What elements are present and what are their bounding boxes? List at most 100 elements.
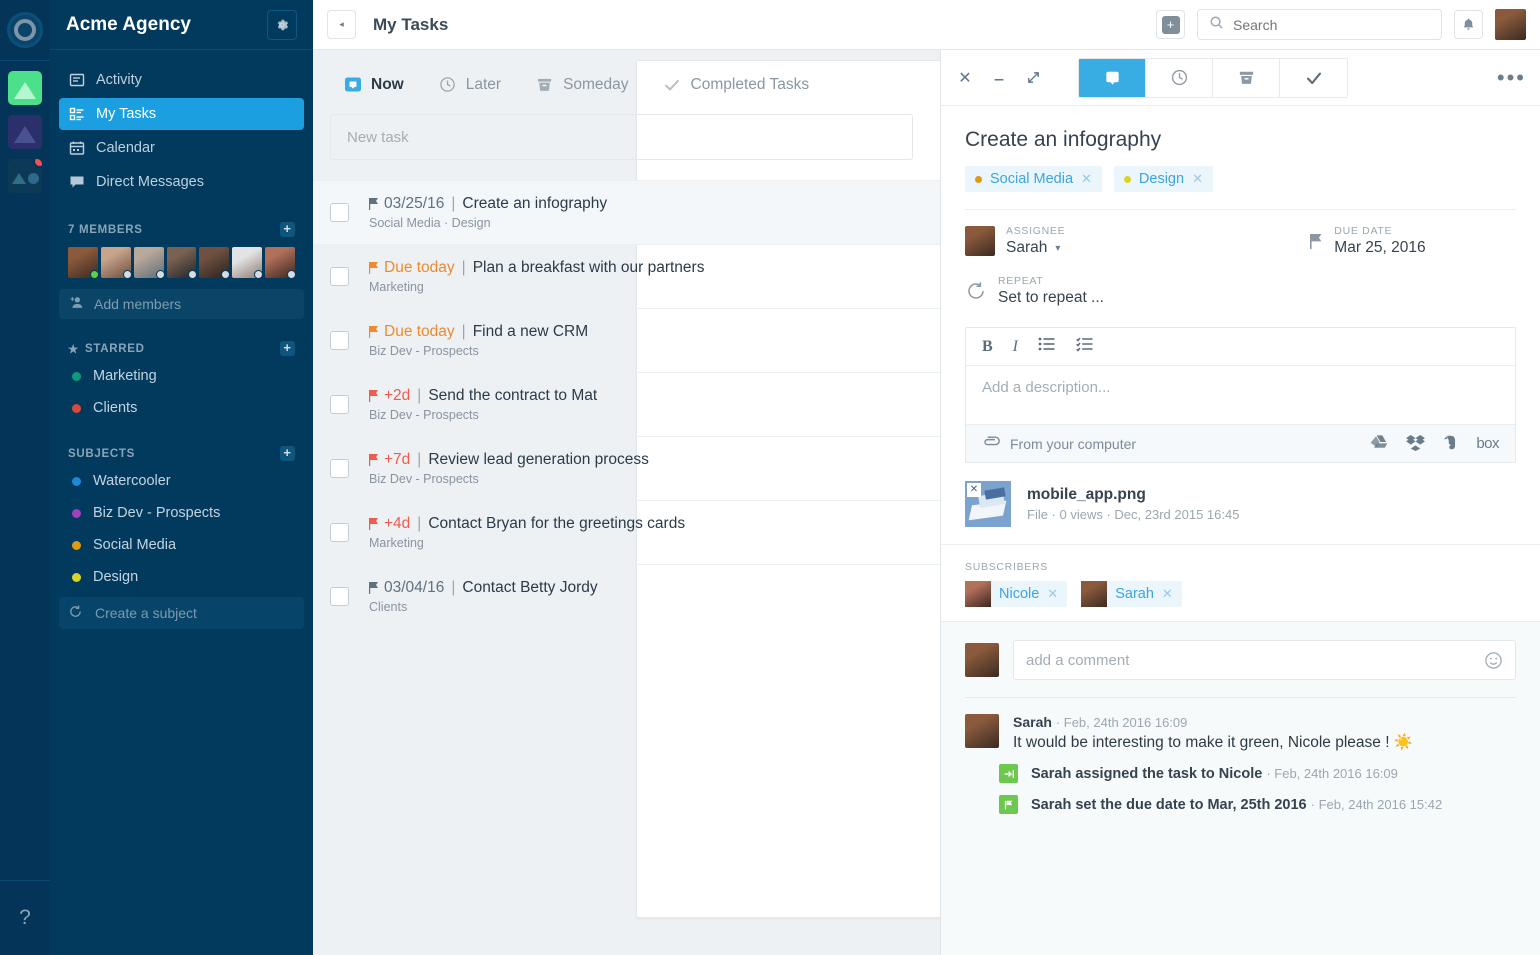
subject-item-label: Social Media [93,537,177,553]
task-checkbox[interactable] [330,331,349,350]
subject-chip-social-media[interactable]: Social Media ✕ [965,166,1102,192]
subject-item-social-media[interactable]: Social Media [59,529,304,561]
description-placeholder: Add a description... [982,379,1111,396]
starred-item-clients[interactable]: Clients [59,392,304,424]
sidebar-item-direct-messages[interactable]: Direct Messages [59,166,304,198]
box-icon[interactable]: box [1476,435,1499,452]
subject-chip-design[interactable]: Design ✕ [1113,166,1213,192]
starred-section-header: ★ STARRED + [50,341,313,356]
italic-button[interactable]: I [1013,338,1018,356]
remove-chip-icon[interactable]: ✕ [1081,171,1092,187]
status-dot [122,270,132,279]
subject-item-biz-dev[interactable]: Biz Dev - Prospects [59,497,304,529]
minimize-icon[interactable] [989,68,1009,88]
attachment-item[interactable]: ✕ mobile_app.png File · 0 views · Dec, 2… [941,463,1540,527]
assignee-field[interactable]: ASSIGNEE Sarah ▾ [965,225,1065,257]
collapse-sidebar-button[interactable]: ◂ [327,10,356,39]
due-date-label: DUE DATE [1334,225,1393,237]
create-subject-button[interactable]: Create a subject [59,597,304,629]
new-task-input[interactable]: New task [330,114,913,160]
tab-completed-tasks[interactable]: Completed Tasks [663,75,809,94]
subject-item-design[interactable]: Design [59,561,304,593]
sidebar-item-activity[interactable]: Activity [59,64,304,96]
add-members-button[interactable]: Add members [59,289,304,319]
create-button[interactable]: + [1156,10,1185,39]
task-checkbox[interactable] [330,459,349,478]
workspace-dark[interactable] [8,159,42,193]
subscriber-chip-nicole[interactable]: Nicole ✕ [965,581,1068,607]
workspace-green[interactable] [8,71,42,105]
notifications-button[interactable] [1454,10,1483,39]
add-starred-plus-icon[interactable]: + [280,341,295,356]
remove-subscriber-icon[interactable]: ✕ [1162,586,1173,602]
event-timestamp: Feb, 24th 2016 16:09 [1274,765,1398,781]
tab-someday[interactable]: Someday [535,75,629,94]
emoji-icon[interactable] [1484,651,1503,670]
repeat-field[interactable]: REPEAT Set to repeat ... [941,257,1540,307]
gear-icon[interactable] [267,9,297,40]
avatar[interactable] [68,247,99,279]
messages-icon [68,174,85,191]
avatar[interactable] [133,247,165,279]
chevron-down-icon[interactable]: ▾ [1055,243,1060,254]
members-section-header: 7 MEMBERS + [50,222,313,237]
bold-button[interactable]: B [982,338,993,356]
remove-attachment-icon[interactable]: ✕ [967,483,981,497]
workspace-navy[interactable] [8,115,42,149]
avatar[interactable] [100,247,132,279]
dropbox-icon[interactable] [1406,434,1426,454]
task-meta-row: ASSIGNEE Sarah ▾ DUE DATE Mar 25, 2016 [941,210,1540,257]
close-icon[interactable]: ✕ [955,68,975,88]
rail-divider [0,60,50,61]
check-list-icon[interactable] [1076,336,1094,357]
google-drive-icon[interactable] [1370,434,1389,454]
detail-tab-task[interactable] [1079,58,1146,97]
more-options-icon[interactable]: ••• [1497,66,1526,88]
app-logo-icon[interactable] [7,12,43,48]
avatar[interactable] [232,247,264,279]
task-checkbox[interactable] [330,267,349,286]
subject-item-watercooler[interactable]: Watercooler [59,465,304,497]
sidebar-item-my-tasks[interactable]: My Tasks [59,98,304,130]
remove-subscriber-icon[interactable]: ✕ [1047,586,1058,602]
detail-tab-complete[interactable] [1280,58,1347,97]
description-editor: B I Add a description... From your compu… [965,327,1516,463]
add-member-plus-icon[interactable]: + [280,222,295,237]
new-task-placeholder: New task [347,128,409,146]
task-checkbox[interactable] [330,395,349,414]
avatar[interactable] [166,247,198,279]
avatar[interactable] [265,247,297,279]
sidebar-item-label: My Tasks [96,106,157,122]
task-due: +2d [384,387,411,404]
upload-from-computer-label[interactable]: From your computer [1010,436,1136,452]
search-box[interactable] [1197,9,1442,40]
evernote-icon[interactable] [1442,434,1459,454]
detail-tab-someday[interactable] [1213,58,1280,97]
unread-badge [33,159,42,168]
starred-item-marketing[interactable]: Marketing [59,360,304,392]
task-checkbox[interactable] [330,587,349,606]
help-icon[interactable]: ? [0,880,50,955]
list-item: Sarah set the due date to Mar, 25th 2016… [999,795,1516,814]
avatar[interactable] [199,247,231,279]
task-checkbox[interactable] [330,203,349,222]
detail-tab-later[interactable] [1146,58,1213,97]
check-icon [663,75,682,94]
remove-chip-icon[interactable]: ✕ [1192,171,1203,187]
comment-input[interactable]: add a comment [1013,640,1516,680]
subscriber-chip-sarah[interactable]: Sarah ✕ [1081,581,1182,607]
add-subject-plus-icon[interactable]: + [280,446,295,461]
bullet-list-icon[interactable] [1038,336,1056,357]
paperclip-icon[interactable] [982,435,1001,452]
search-input[interactable] [1233,16,1430,33]
tab-now[interactable]: Now [343,75,404,94]
expand-icon[interactable] [1023,68,1043,88]
due-date-field[interactable]: DUE DATE Mar 25, 2016 [1310,225,1426,257]
description-input[interactable]: Add a description... [966,366,1515,424]
task-checkbox[interactable] [330,523,349,542]
subjects-list: Watercooler Biz Dev - Prospects Social M… [50,461,313,593]
sidebar-item-calendar[interactable]: Calendar [59,132,304,164]
task-content: 03/25/16 | Create an infography Social M… [369,195,607,230]
user-avatar[interactable] [1495,9,1526,40]
tab-later[interactable]: Later [438,75,501,94]
